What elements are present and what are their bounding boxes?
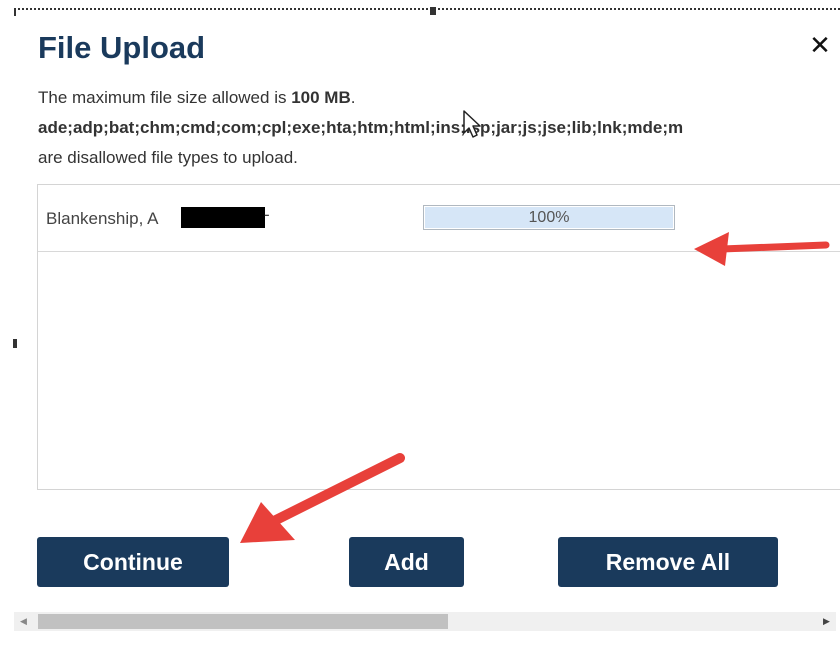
mouse-pointer-icon (463, 110, 481, 138)
continue-button[interactable]: Continue (37, 537, 229, 587)
max-size-prefix: The maximum file size allowed is (38, 88, 292, 107)
upload-dialog: File Upload ✕ The maximum file size allo… (0, 0, 840, 666)
horizontal-scrollbar[interactable]: ◀ ▶ (14, 612, 836, 631)
dialog-top-border (14, 8, 840, 10)
dialog-title: File Upload (38, 30, 206, 65)
max-size-value: 100 MB (291, 88, 351, 107)
add-button[interactable]: Add (349, 537, 464, 587)
remove-all-button[interactable]: Remove All (558, 537, 778, 587)
redaction-block (181, 207, 265, 228)
disallowed-file-types: ade;adp;bat;chm;cmd;com;cpl;exe;hta;htm;… (38, 118, 684, 137)
upload-progress-label: 100% (528, 209, 570, 226)
scroll-left-icon[interactable]: ◀ (14, 612, 33, 631)
scroll-right-icon[interactable]: ▶ (817, 612, 836, 631)
dialog-corner-tick (14, 8, 16, 16)
resize-handle-left[interactable] (13, 339, 17, 348)
scrollbar-thumb[interactable] (38, 614, 448, 629)
max-size-suffix: . (350, 88, 356, 107)
max-size-info: The maximum file size allowed is 100 MB. (38, 88, 355, 108)
file-name: Blankenship, A (46, 209, 159, 228)
file-row: Blankenship, A - 100% (38, 185, 840, 252)
upload-progress-bar: 100% (423, 205, 675, 230)
disallowed-note: are disallowed file types to upload. (38, 148, 298, 167)
resize-handle-top[interactable] (430, 7, 436, 15)
file-name-suffix: - (264, 205, 270, 224)
file-list-panel: Blankenship, A - 100% (37, 184, 840, 490)
close-icon[interactable]: ✕ (805, 30, 835, 60)
